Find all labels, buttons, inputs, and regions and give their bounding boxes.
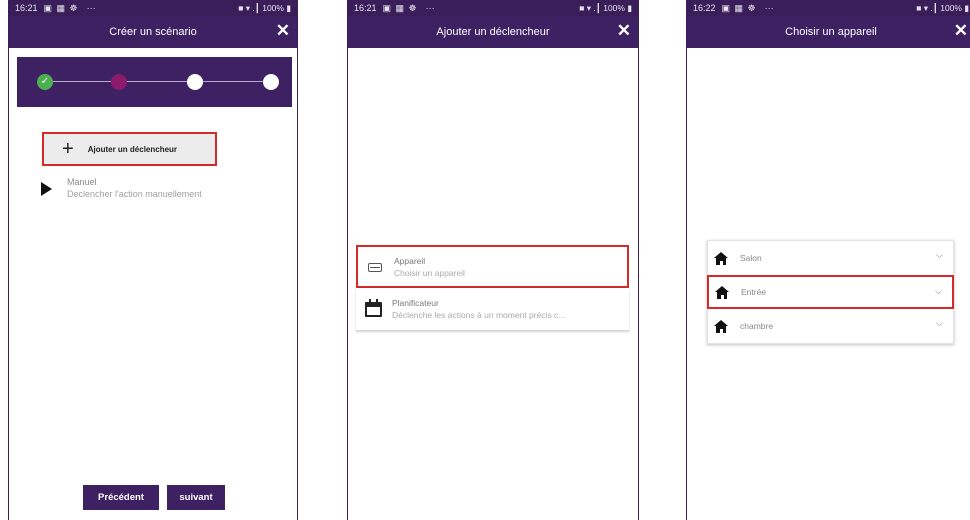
room-item-salon[interactable]: Salon ⌵ bbox=[708, 241, 953, 275]
more-notifications-icon: ··· bbox=[425, 3, 435, 13]
step-2-active bbox=[111, 74, 127, 90]
room-label: chambre bbox=[740, 321, 774, 331]
notification-icons: ▣ ▦ ☸ bbox=[721, 2, 757, 13]
plus-icon: + bbox=[62, 138, 74, 160]
more-notifications-icon: ··· bbox=[764, 3, 774, 13]
battery-signal-indicator: ■ ▾ .┃ 100% ▮ bbox=[238, 2, 291, 13]
home-icon bbox=[714, 251, 728, 265]
battery-signal-indicator: ■ ▾ .┃ 100% ▮ bbox=[579, 2, 632, 13]
header-bar: Créer un scénario ✕ bbox=[9, 16, 297, 48]
room-list: Salon ⌵ Entrée ⌵ chambre ⌵ bbox=[707, 240, 954, 344]
manual-title: Manuel bbox=[67, 177, 97, 187]
screen-add-trigger: 16:21 ▣ ▦ ☸ ··· ■ ▾ .┃ 100% ▮ Ajouter un… bbox=[347, 0, 639, 520]
option-subtitle: Choisir un appareil bbox=[394, 267, 465, 278]
option-title: Planificateur bbox=[392, 298, 439, 308]
option-scheduler[interactable]: Planificateur Déclenche les actions à un… bbox=[356, 288, 629, 331]
screen-choose-device: 16:22 ▣ ▦ ☸ ··· ■ ▾ .┃ 100% ▮ Choisir un… bbox=[686, 0, 970, 520]
battery-signal-indicator: ■ ▾ .┃ 100% ▮ bbox=[916, 2, 969, 13]
home-icon bbox=[714, 319, 728, 333]
step-3 bbox=[187, 74, 203, 90]
manual-subtitle: Declencher l'action manuellement bbox=[67, 189, 202, 199]
add-trigger-label: Ajouter un déclencheur bbox=[87, 144, 178, 154]
header-bar: Ajouter un déclencheur ✕ bbox=[348, 16, 638, 48]
status-time: 16:22 bbox=[693, 3, 716, 13]
page-title: Créer un scénario bbox=[109, 26, 197, 38]
notification-icons: ▣ ▦ ☸ bbox=[382, 2, 418, 13]
option-device[interactable]: Appareil Choisir un appareil bbox=[356, 245, 629, 288]
page-title: Choisir un appareil bbox=[785, 26, 877, 38]
status-bar: 16:22 ▣ ▦ ☸ ··· ■ ▾ .┃ 100% ▮ bbox=[687, 0, 970, 16]
room-label: Entrée bbox=[741, 287, 767, 297]
status-bar: 16:21 ▣ ▦ ☸ ··· ■ ▾ .┃ 100% ▮ bbox=[348, 0, 638, 16]
play-icon bbox=[41, 182, 52, 196]
room-item-chambre[interactable]: chambre ⌵ bbox=[708, 309, 953, 343]
stepper-line bbox=[45, 81, 264, 82]
close-icon[interactable]: ✕ bbox=[276, 22, 290, 40]
chevron-down-icon[interactable]: ⌵ bbox=[935, 286, 942, 297]
status-time: 16:21 bbox=[15, 3, 38, 13]
progress-stepper: ✓ bbox=[17, 57, 292, 107]
device-icon bbox=[364, 255, 388, 279]
chevron-down-icon[interactable]: ⌵ bbox=[936, 250, 943, 261]
manual-trigger-item[interactable]: Manuel Declencher l'action manuellement bbox=[41, 176, 202, 200]
close-icon[interactable]: ✕ bbox=[617, 22, 631, 40]
room-label: Salon bbox=[740, 253, 762, 263]
close-icon[interactable]: ✕ bbox=[954, 22, 968, 40]
next-button[interactable]: suivant bbox=[167, 485, 225, 510]
notification-icons: ▣ ▦ ☸ bbox=[43, 2, 79, 13]
step-1-done: ✓ bbox=[37, 74, 53, 90]
home-icon bbox=[715, 285, 729, 299]
option-title: Appareil bbox=[394, 255, 426, 266]
calendar-icon bbox=[362, 297, 386, 321]
step-4 bbox=[263, 74, 279, 90]
add-trigger-button[interactable]: + Ajouter un déclencheur bbox=[42, 132, 217, 166]
header-bar: Choisir un appareil ✕ bbox=[687, 16, 970, 48]
chevron-down-icon[interactable]: ⌵ bbox=[936, 318, 943, 329]
screen-create-scenario: 16:21 ▣ ▦ ☸ ··· ■ ▾ .┃ 100% ▮ Créer un s… bbox=[8, 0, 298, 520]
status-time: 16:21 bbox=[354, 3, 377, 13]
option-subtitle: Déclenche les actions à un moment précis… bbox=[392, 310, 566, 320]
status-bar: 16:21 ▣ ▦ ☸ ··· ■ ▾ .┃ 100% ▮ bbox=[9, 0, 297, 16]
page-title: Ajouter un déclencheur bbox=[436, 26, 550, 38]
previous-button[interactable]: Précédent bbox=[83, 485, 159, 510]
trigger-options-list: Appareil Choisir un appareil Planificate… bbox=[356, 245, 629, 331]
room-item-entree[interactable]: Entrée ⌵ bbox=[707, 275, 954, 309]
more-notifications-icon: ··· bbox=[86, 3, 96, 13]
